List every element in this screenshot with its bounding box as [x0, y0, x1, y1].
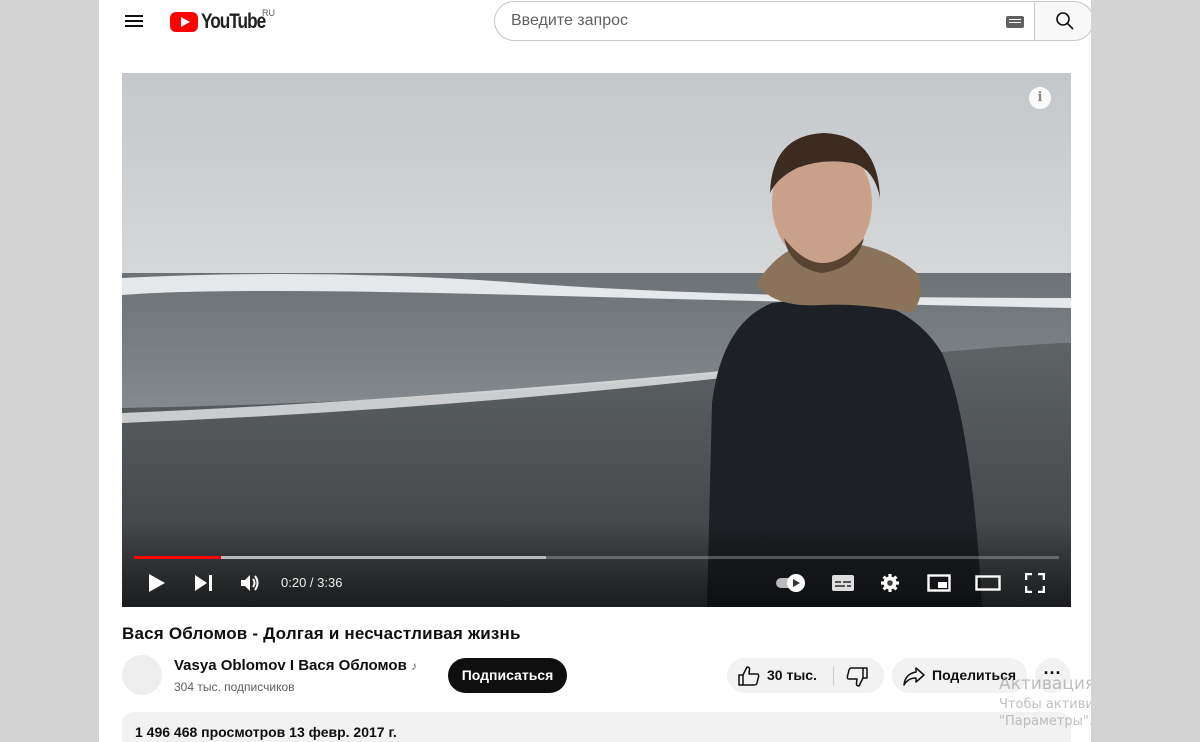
more-actions-button[interactable]: ···: [1035, 658, 1070, 693]
channel-avatar[interactable]: [122, 655, 162, 695]
channel-name[interactable]: Vasya Oblomov I Вася Обломов: [174, 657, 407, 674]
search-input[interactable]: [511, 12, 991, 30]
share-label: Поделиться: [932, 667, 1017, 683]
fullscreen-icon[interactable]: [1025, 573, 1045, 593]
thumbs-up-icon: [738, 666, 760, 686]
autoplay-toggle-icon[interactable]: [774, 573, 810, 593]
views-and-date: 1 496 468 просмотров 13 февр. 2017 г.: [135, 724, 397, 740]
progress-played: [134, 556, 221, 559]
description-box[interactable]: 1 496 468 просмотров 13 февр. 2017 г.: [122, 712, 1071, 742]
subscriber-count: 304 тыс. подписчиков: [174, 680, 295, 694]
video-player[interactable]: i 0:20 / 3:36: [122, 73, 1071, 607]
menu-icon[interactable]: [123, 12, 145, 32]
like-count: 30 тыс.: [767, 667, 817, 683]
video-frame: [122, 73, 1071, 607]
search-icon: [1056, 12, 1074, 30]
play-icon[interactable]: [148, 573, 166, 593]
keyboard-icon[interactable]: [1006, 16, 1024, 28]
next-icon[interactable]: [194, 574, 214, 592]
search-box: [494, 1, 1034, 41]
youtube-logo[interactable]: YouTube RU: [170, 8, 279, 34]
share-arrow-icon: [903, 667, 925, 686]
logo-text: YouTube: [201, 10, 266, 33]
miniplayer-icon[interactable]: [927, 574, 951, 592]
youtube-page: YouTube RU Введите запрос i 0:20 / 3:36 …: [99, 0, 1091, 742]
info-icon[interactable]: i: [1029, 87, 1051, 109]
search-button[interactable]: [1034, 1, 1091, 41]
youtube-play-icon: [170, 12, 198, 32]
share-button[interactable]: Поделиться: [892, 658, 1027, 693]
time-display: 0:20 / 3:36: [281, 575, 343, 590]
music-note-icon: ♪: [411, 659, 417, 673]
like-button[interactable]: 30 тыс.: [727, 658, 833, 693]
thumbs-down-icon: [846, 667, 868, 687]
progress-bar[interactable]: [134, 556, 1059, 559]
subscribe-button[interactable]: Подписаться: [448, 658, 567, 693]
dislike-button[interactable]: [834, 658, 884, 693]
subtitles-icon[interactable]: [831, 574, 855, 592]
watermark-line-1: Чтобы активировать Windo: [999, 697, 1091, 712]
like-dislike-group: 30 тыс.: [727, 658, 884, 693]
video-title: Вася Обломов - Долгая и несчастливая жиз…: [122, 624, 521, 643]
volume-icon[interactable]: [240, 573, 262, 593]
region-label: RU: [262, 8, 275, 18]
theater-mode-icon[interactable]: [975, 574, 1001, 592]
settings-gear-icon[interactable]: [880, 573, 900, 593]
